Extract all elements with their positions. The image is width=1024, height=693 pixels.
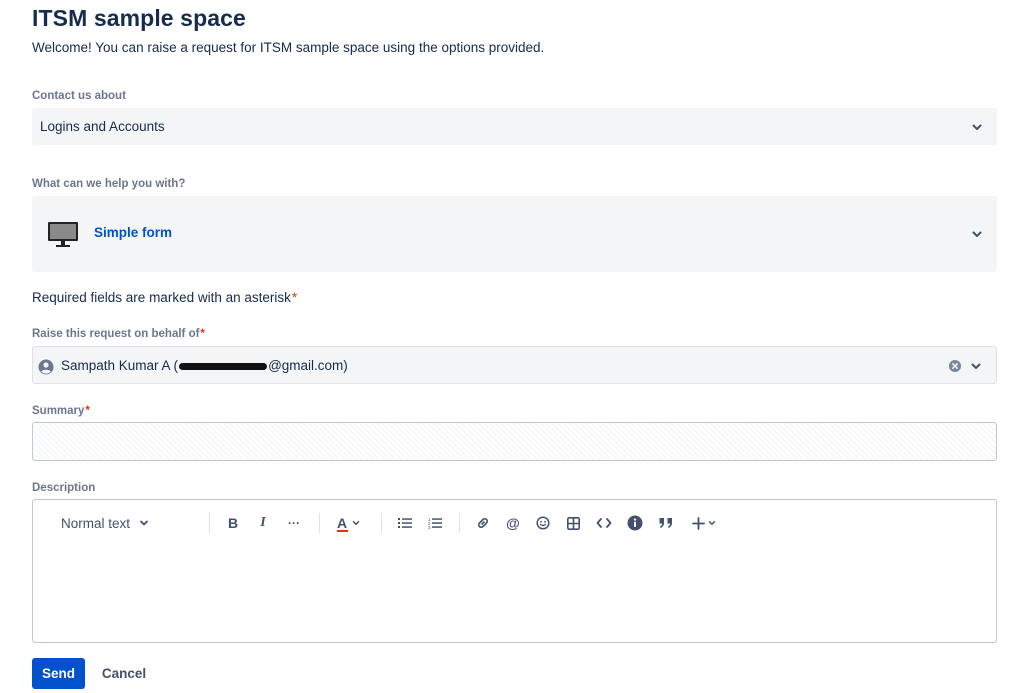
text-style-dropdown[interactable]: Normal text xyxy=(57,509,161,537)
chevron-down-icon xyxy=(970,227,984,241)
chevron-down-icon xyxy=(138,517,150,529)
behalf-label: Raise this request on behalf of* xyxy=(32,328,205,340)
toolbar-divider xyxy=(459,513,460,533)
required-fields-note: Required fields are marked with an aster… xyxy=(32,290,298,305)
clear-icon[interactable] xyxy=(948,359,962,373)
description-editor[interactable]: Normal text B I ··· A 1 2 3 @ xyxy=(32,499,997,643)
emoji-icon[interactable] xyxy=(531,509,555,537)
text-color-swatch xyxy=(337,530,348,532)
behalf-select[interactable]: Sampath Kumar A (@gmail.com) xyxy=(32,346,997,384)
plus-icon xyxy=(691,516,705,530)
summary-label: Summary* xyxy=(32,405,90,417)
chevron-down-icon[interactable] xyxy=(969,359,983,373)
page-subtitle: Welcome! You can raise a request for ITS… xyxy=(32,40,545,55)
summary-input[interactable] xyxy=(32,422,997,461)
contact-select-value: Logins and Accounts xyxy=(40,119,165,134)
code-icon[interactable] xyxy=(591,509,617,537)
toolbar-divider xyxy=(209,513,210,533)
redacted-email xyxy=(179,362,268,370)
toolbar-divider xyxy=(319,513,320,533)
bullet-list-icon[interactable] xyxy=(393,509,417,537)
help-label: What can we help you with? xyxy=(32,178,186,190)
editor-toolbar: Normal text B I ··· A 1 2 3 @ xyxy=(33,509,996,537)
bold-button[interactable]: B xyxy=(221,509,245,537)
contact-label: Contact us about xyxy=(32,90,126,102)
chevron-down-icon xyxy=(707,518,717,528)
link-icon[interactable] xyxy=(471,509,495,537)
more-formatting-button[interactable]: ··· xyxy=(281,509,307,537)
user-avatar-icon xyxy=(38,359,54,375)
contact-select[interactable]: Logins and Accounts xyxy=(32,108,997,145)
behalf-user-value: Sampath Kumar A (@gmail.com) xyxy=(61,358,348,373)
chevron-down-icon xyxy=(970,120,984,134)
quote-icon[interactable] xyxy=(653,509,679,537)
toolbar-divider xyxy=(381,513,382,533)
chevron-down-icon xyxy=(351,518,361,528)
description-text-area[interactable] xyxy=(33,544,996,642)
send-button[interactable]: Send xyxy=(32,658,85,689)
numbered-list-icon[interactable]: 1 2 3 xyxy=(423,509,447,537)
table-icon[interactable] xyxy=(561,509,585,537)
request-type-select[interactable]: Simple form xyxy=(32,196,997,272)
mention-icon[interactable]: @ xyxy=(501,509,525,537)
italic-button[interactable]: I xyxy=(251,509,275,537)
page-title: ITSM sample space xyxy=(32,5,246,31)
required-asterisk: * xyxy=(291,290,298,305)
cancel-button[interactable]: Cancel xyxy=(96,658,152,689)
request-type-value: Simple form xyxy=(94,225,173,240)
description-label: Description xyxy=(32,482,96,494)
text-color-button[interactable]: A xyxy=(331,509,367,537)
svg-text:3: 3 xyxy=(428,525,431,529)
monitor-icon xyxy=(47,221,79,249)
insert-menu-button[interactable] xyxy=(687,509,721,537)
info-panel-icon[interactable] xyxy=(623,509,647,537)
required-asterisk: * xyxy=(85,405,90,417)
required-asterisk: * xyxy=(200,328,205,340)
